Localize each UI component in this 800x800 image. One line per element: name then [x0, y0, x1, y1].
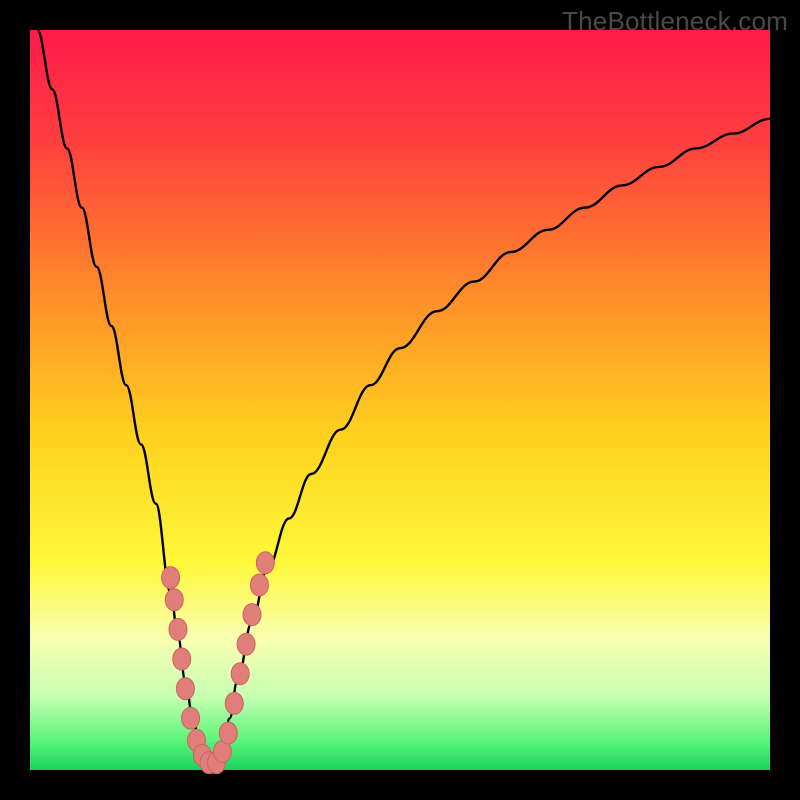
curve-marker: [225, 692, 243, 714]
curve-marker: [173, 648, 191, 670]
curve-marker: [169, 618, 187, 640]
curve-marker: [219, 722, 237, 744]
curve-marker: [256, 552, 274, 574]
curve-marker: [176, 678, 194, 700]
curve-marker: [182, 707, 200, 729]
curve-marker: [250, 574, 268, 596]
curve-marker: [162, 567, 180, 589]
curve-marker: [165, 589, 183, 611]
watermark-text: TheBottleneck.com: [562, 6, 788, 37]
plot-background: [30, 30, 770, 770]
bottleneck-chart: [0, 0, 800, 800]
curve-marker: [231, 663, 249, 685]
chart-frame: TheBottleneck.com: [0, 0, 800, 800]
curve-marker: [243, 604, 261, 626]
curve-marker: [237, 633, 255, 655]
